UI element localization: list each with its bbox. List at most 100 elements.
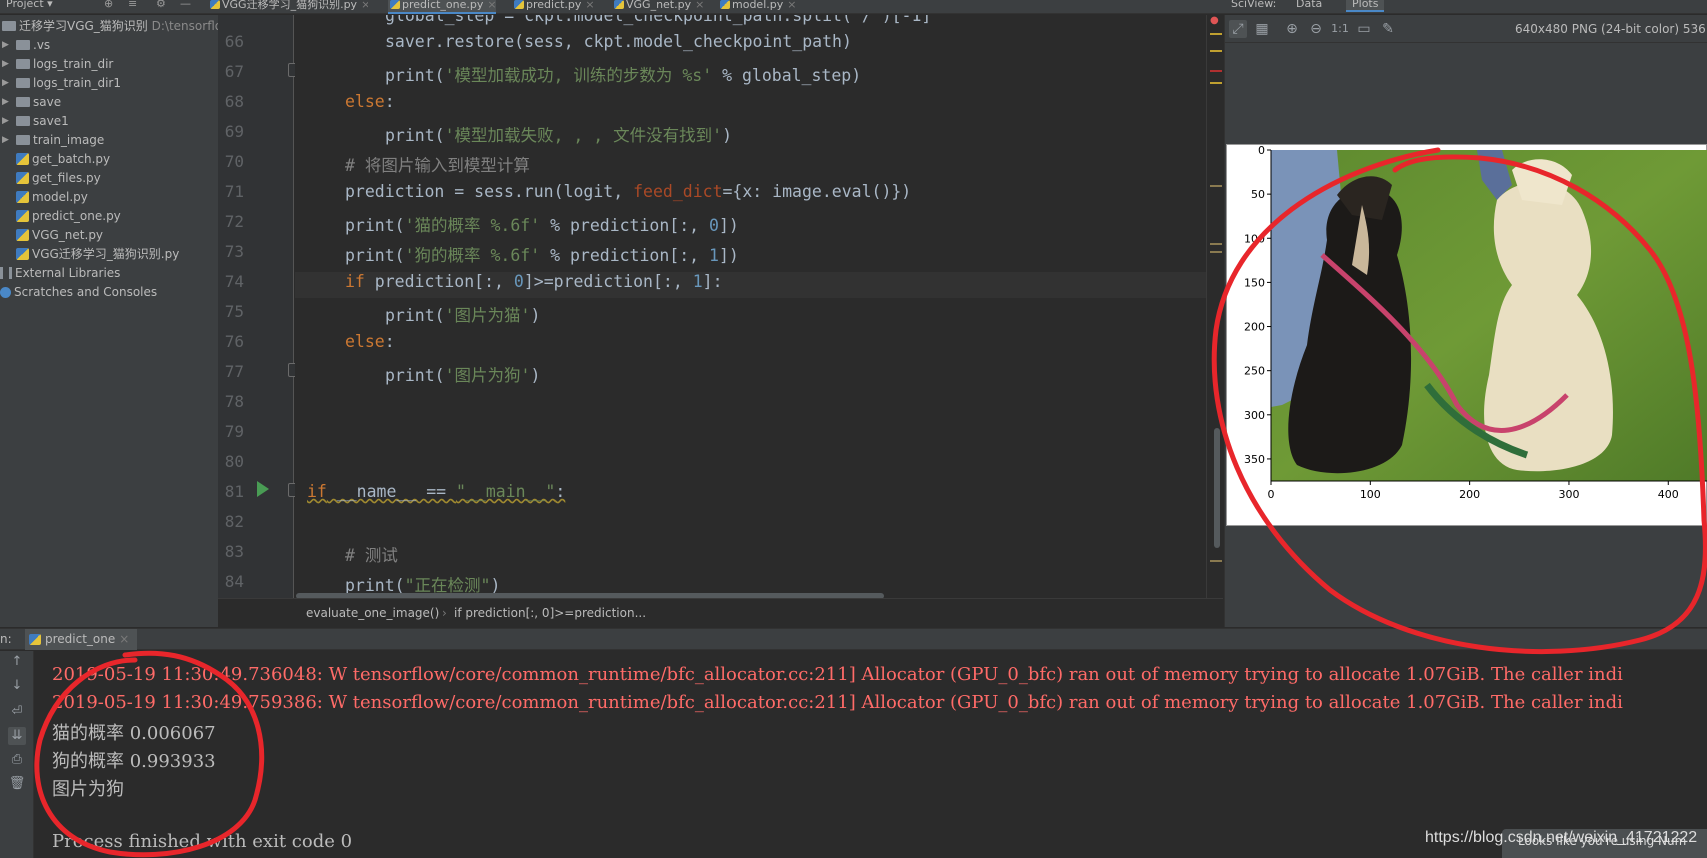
expand-arrow-icon[interactable]: ▶ (2, 74, 9, 92)
plot-image-area[interactable]: 0 100 200 300 400 0 50 100 150 200 250 300 350 (1226, 144, 1707, 526)
folder-icon (16, 59, 30, 69)
minimize-icon[interactable]: — (180, 0, 191, 10)
print-icon[interactable]: ⎙ (8, 751, 26, 769)
close-icon[interactable]: × (119, 632, 129, 646)
line-number: 73 (224, 242, 244, 261)
tab-data[interactable]: Data (1296, 0, 1322, 10)
tree-item-vgg-net[interactable]: VGG_net.py (16, 226, 103, 244)
line-number: 83 (224, 542, 244, 561)
trash-icon[interactable]: 🗑 (8, 775, 26, 793)
code-text: global_step = ckpt.model_checkpoint_path… (385, 15, 932, 25)
run-gutter-icon[interactable] (257, 481, 269, 497)
arrow-down-icon[interactable]: ↓ (8, 677, 26, 695)
breadcrumb-statement[interactable]: if prediction[:, 0]>=prediction... (454, 599, 646, 627)
error-mark[interactable] (1210, 70, 1222, 72)
console-line: 狗的概率 0.993933 (52, 751, 216, 772)
close-icon[interactable]: × (487, 0, 496, 11)
tab-model[interactable]: model.py × (718, 0, 806, 14)
tree-item-train-image[interactable]: ▶ train_image (2, 131, 104, 149)
tab-predict[interactable]: predict.py × (512, 0, 600, 14)
warning-mark[interactable] (1210, 33, 1222, 35)
run-tab-predict-one[interactable]: predict_one × (25, 629, 138, 650)
keyword: if (345, 272, 365, 291)
tree-item-label: External Libraries (15, 266, 121, 280)
code-text: prediction[:, (364, 272, 514, 291)
gear-icon[interactable]: ⚙ (156, 0, 166, 10)
error-indicator-icon[interactable]: ● (1210, 15, 1219, 26)
zoom-out-icon[interactable]: ⊖ (1307, 20, 1325, 38)
expand-arrow-icon[interactable]: ▶ (2, 131, 9, 149)
warning-mark[interactable] (1210, 251, 1222, 253)
tree-item-get-batch[interactable]: get_batch.py (16, 150, 110, 168)
project-root[interactable]: 迁移学习VGG_猫狗识别 D:\tensorflo (2, 17, 218, 35)
close-icon[interactable]: × (787, 0, 796, 11)
tab-label: VGG迁移学习_猫狗识别.py (222, 0, 358, 11)
watermark: https://blog.csdn.net/weixin_41721222 (1425, 829, 1698, 846)
close-icon[interactable]: × (695, 0, 704, 11)
line-number: 75 (224, 302, 244, 321)
expand-arrow-icon[interactable]: ▶ (2, 93, 9, 111)
tree-item-vgg-transfer[interactable]: VGG迁移学习_猫狗识别.py (16, 245, 179, 263)
project-view-selector[interactable]: Project ▾ (6, 0, 53, 10)
grid-icon[interactable]: ▦ (1253, 20, 1271, 38)
actual-size-icon[interactable]: 1:1 (1331, 20, 1349, 38)
warning-mark[interactable] (1210, 50, 1222, 52)
warning-mark[interactable] (1210, 185, 1222, 187)
line-number: 70 (224, 152, 244, 171)
expand-arrow-icon[interactable]: ▶ (2, 55, 9, 73)
tree-item-logs-train-dir[interactable]: ▶ logs_train_dir (2, 55, 113, 73)
warning-mark[interactable] (1210, 560, 1222, 562)
tree-item-save[interactable]: ▶ save (2, 93, 61, 111)
tree-item-save1[interactable]: ▶ save1 (2, 112, 69, 130)
tree-item-get-files[interactable]: get_files.py (16, 169, 101, 187)
tree-item-vs[interactable]: ▶ .vs (2, 36, 50, 54)
line-number: 72 (224, 212, 244, 231)
background-icon[interactable]: ▭ (1355, 20, 1373, 38)
number-literal: 0 (513, 272, 524, 291)
tab-vgg-transfer[interactable]: VGG迁移学习_猫狗识别.py × (208, 0, 368, 14)
warning-mark[interactable] (1210, 243, 1222, 245)
tree-item-model[interactable]: model.py (16, 188, 88, 206)
arrow-up-icon[interactable]: ↑ (8, 653, 26, 671)
tree-item-logs-train-dir1[interactable]: ▶ logs_train_dir1 (2, 74, 121, 92)
keyword: else (345, 332, 385, 351)
code-editor[interactable]: global_step = ckpt.model_checkpoint_path… (295, 15, 1223, 598)
expand-arrow-icon[interactable]: ▶ (2, 112, 9, 130)
code-text: print( (385, 66, 445, 85)
code-text: print( (385, 366, 445, 385)
string-literal: "__main__" (456, 482, 556, 501)
code-text: print( (385, 306, 445, 325)
color-picker-icon[interactable]: ✎ (1379, 20, 1397, 38)
tab-vgg-net[interactable]: VGG_net.py × (612, 0, 708, 14)
line-number: 84 (224, 572, 244, 591)
expand-arrow-icon[interactable]: ▶ (2, 36, 9, 54)
collapse-icon[interactable]: ≡ (128, 0, 137, 10)
fit-icon[interactable]: ⤢ (1229, 20, 1247, 38)
line-number: 80 (224, 452, 244, 471)
code-text: ) (530, 306, 541, 325)
run-console-output[interactable]: 2019-05-19 11:30:49.736048: W tensorflow… (35, 651, 1707, 858)
target-icon[interactable]: ⊕ (104, 0, 113, 10)
tab-predict-one[interactable]: predict_one.py × (388, 0, 496, 14)
tab-label: predict.py (526, 0, 582, 11)
tree-item-predict-one[interactable]: predict_one.py (16, 207, 121, 225)
folder-icon (16, 40, 30, 50)
python-file-icon (16, 191, 29, 203)
tree-item-external-libraries[interactable]: External Libraries (0, 264, 120, 282)
soft-wrap-icon[interactable]: ⏎ (8, 703, 26, 721)
number-literal: 0 (709, 216, 719, 235)
close-icon[interactable]: × (361, 0, 368, 11)
code-line: print('图片为狗') (385, 362, 540, 386)
tree-item-scratches[interactable]: Scratches and Consoles (0, 283, 157, 301)
y-tick-label: 200 (1244, 321, 1265, 334)
close-icon[interactable]: × (585, 0, 594, 11)
tree-item-label: predict_one.py (32, 209, 121, 223)
scroll-to-end-icon[interactable]: ⇊ (8, 727, 26, 745)
zoom-in-icon[interactable]: ⊕ (1283, 20, 1301, 38)
editor-vertical-scrollbar[interactable] (1214, 428, 1220, 548)
python-file-icon (16, 229, 29, 241)
tab-plots[interactable]: Plots (1346, 0, 1385, 12)
code-line: global_step = ckpt.model_checkpoint_path… (385, 15, 931, 25)
breadcrumb-function[interactable]: evaluate_one_image() (306, 599, 439, 627)
warning-mark[interactable] (1210, 82, 1222, 84)
